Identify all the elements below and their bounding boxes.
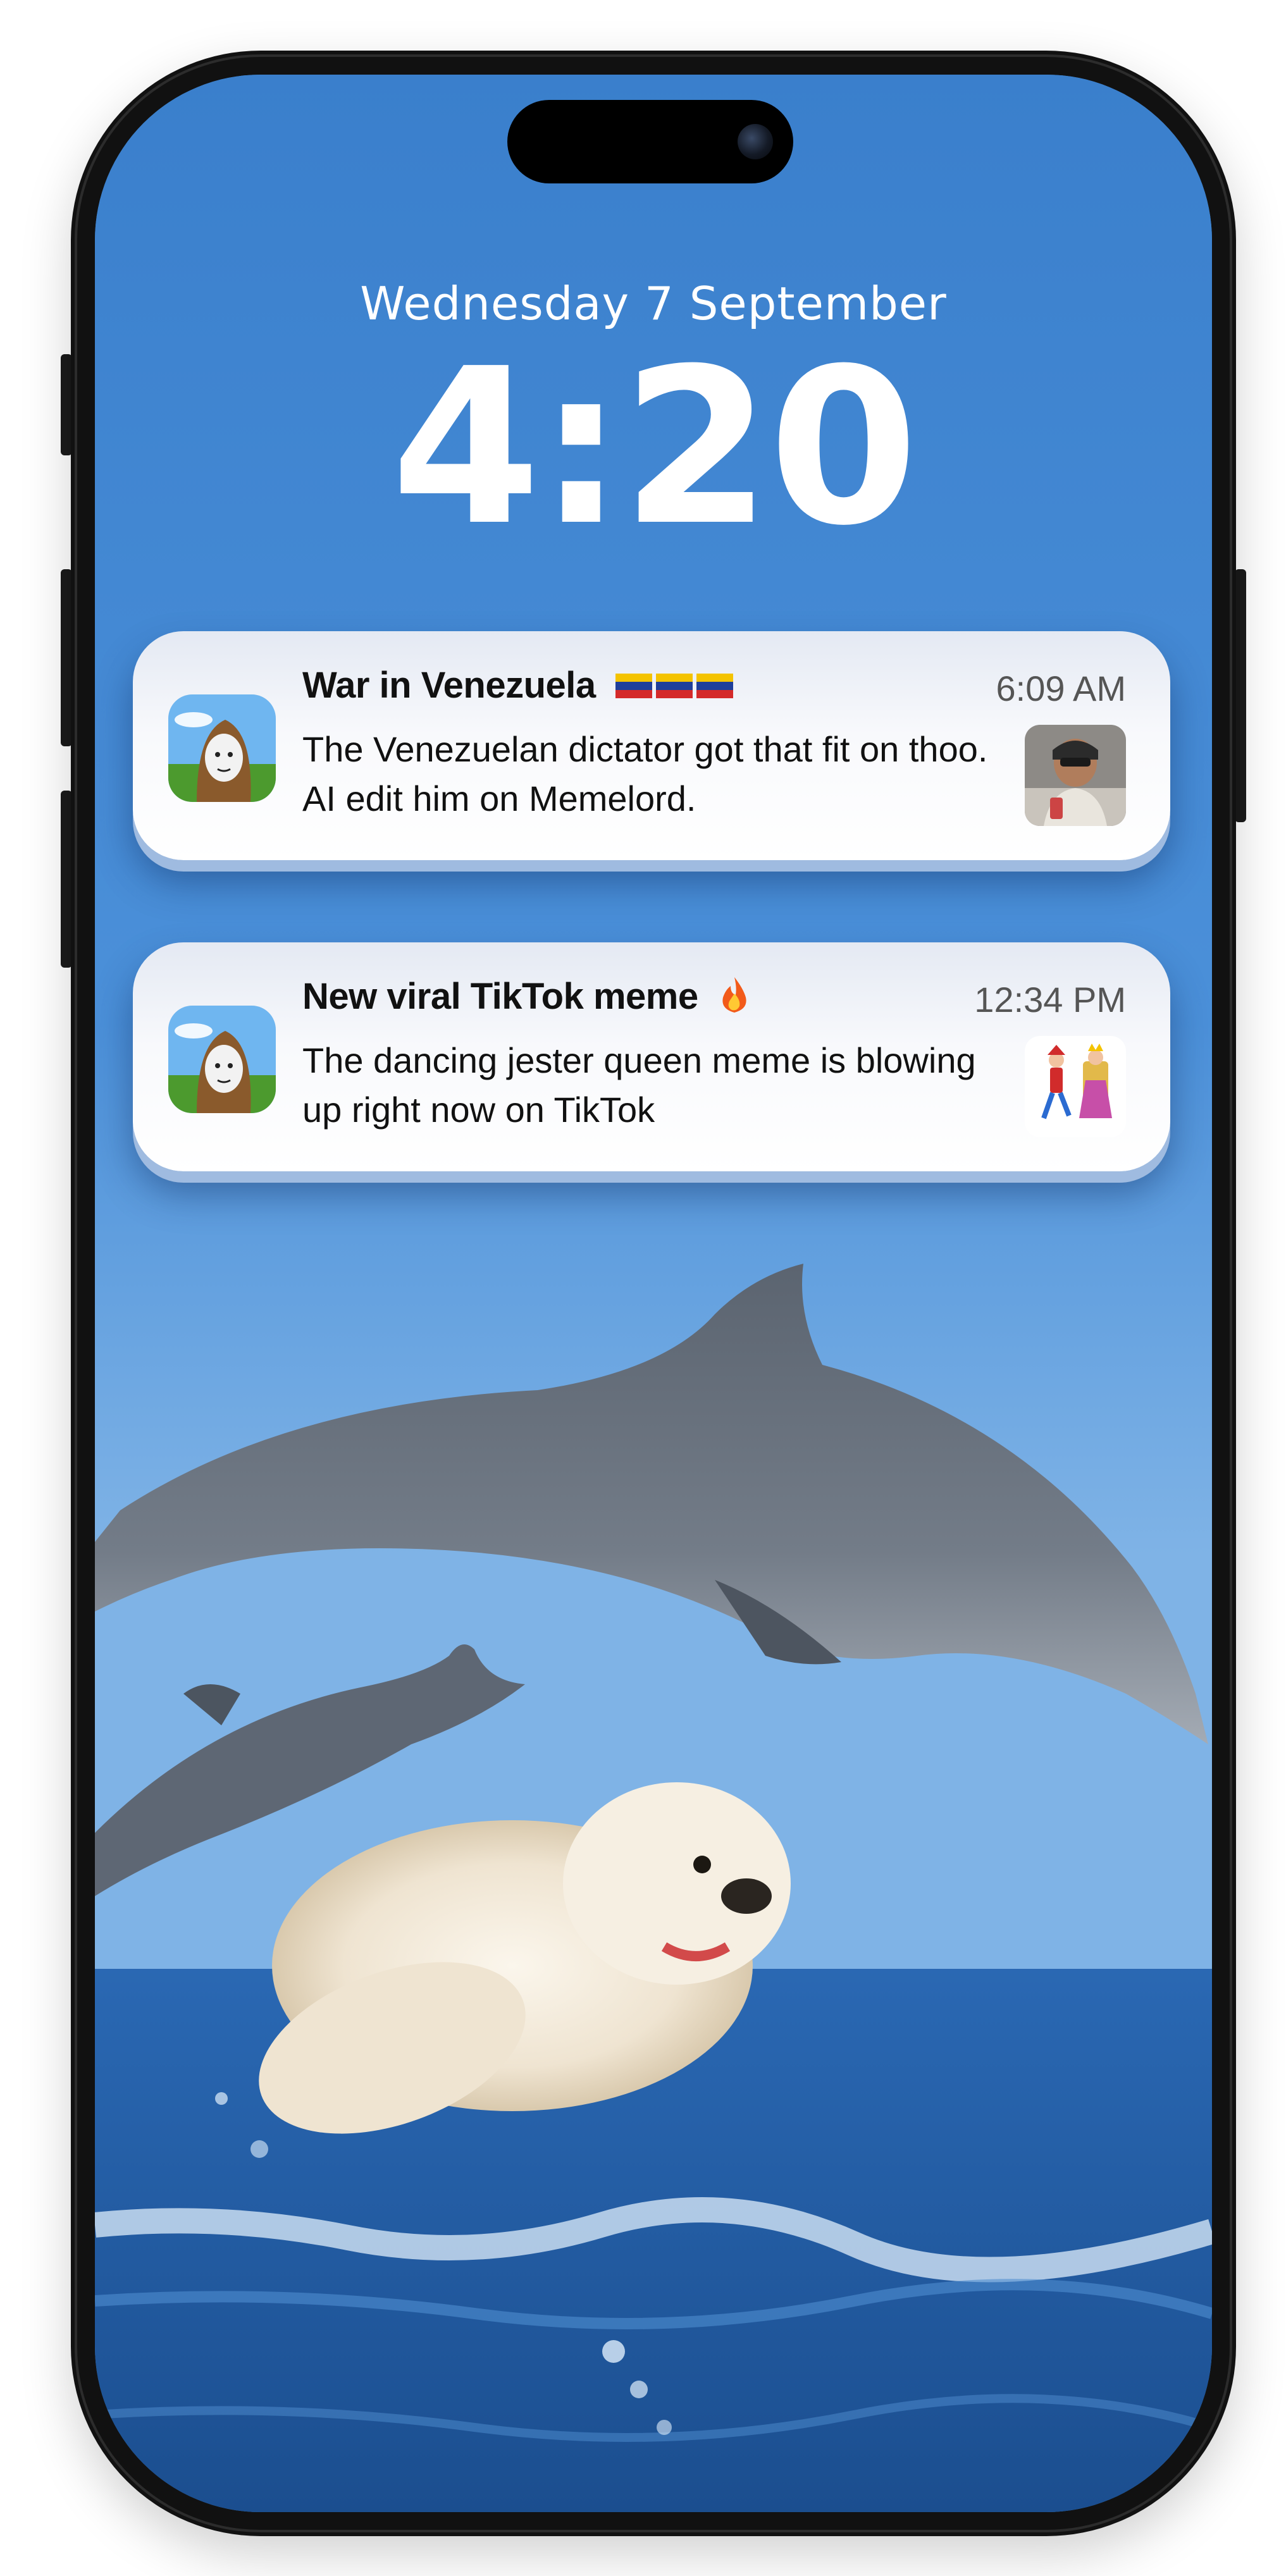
memelord-app-icon: [168, 694, 276, 802]
notification-time: 12:34 PM: [974, 980, 1126, 1020]
notification-body: The dancing jester queen meme is blowing…: [302, 1040, 976, 1130]
front-camera-icon: [738, 124, 773, 159]
fire-icon: [718, 976, 751, 1023]
jester-queen-thumbnail: [1025, 1036, 1126, 1137]
notification-title-text: War in Venezuela: [302, 665, 596, 706]
notification-title: War in Venezuela: [302, 664, 734, 709]
notification-body: The Venezuelan dictator got that fit on …: [302, 729, 988, 818]
notification-card[interactable]: New viral TikTok meme 12:34 PM The danci…: [133, 942, 1170, 1171]
lock-screen[interactable]: Wednesday 7 September 4:20 War in Venezu…: [95, 75, 1212, 2512]
dynamic-island: [507, 100, 793, 183]
notification-card[interactable]: War in Venezuela 6:09 AM The Venezuelan …: [133, 631, 1170, 860]
notification-time: 6:09 AM: [996, 669, 1126, 708]
dictator-photo-thumbnail: [1025, 725, 1126, 826]
stage: Wednesday 7 September 4:20 War in Venezu…: [0, 0, 1286, 2576]
notification-title-text: New viral TikTok meme: [302, 976, 698, 1017]
power-button[interactable]: [1235, 569, 1246, 822]
venezuela-flags-icon: [615, 667, 734, 709]
lockscreen-clock: 4:20: [391, 323, 918, 573]
notification-title: New viral TikTok meme: [302, 975, 751, 1023]
memelord-app-icon: [168, 1006, 276, 1113]
